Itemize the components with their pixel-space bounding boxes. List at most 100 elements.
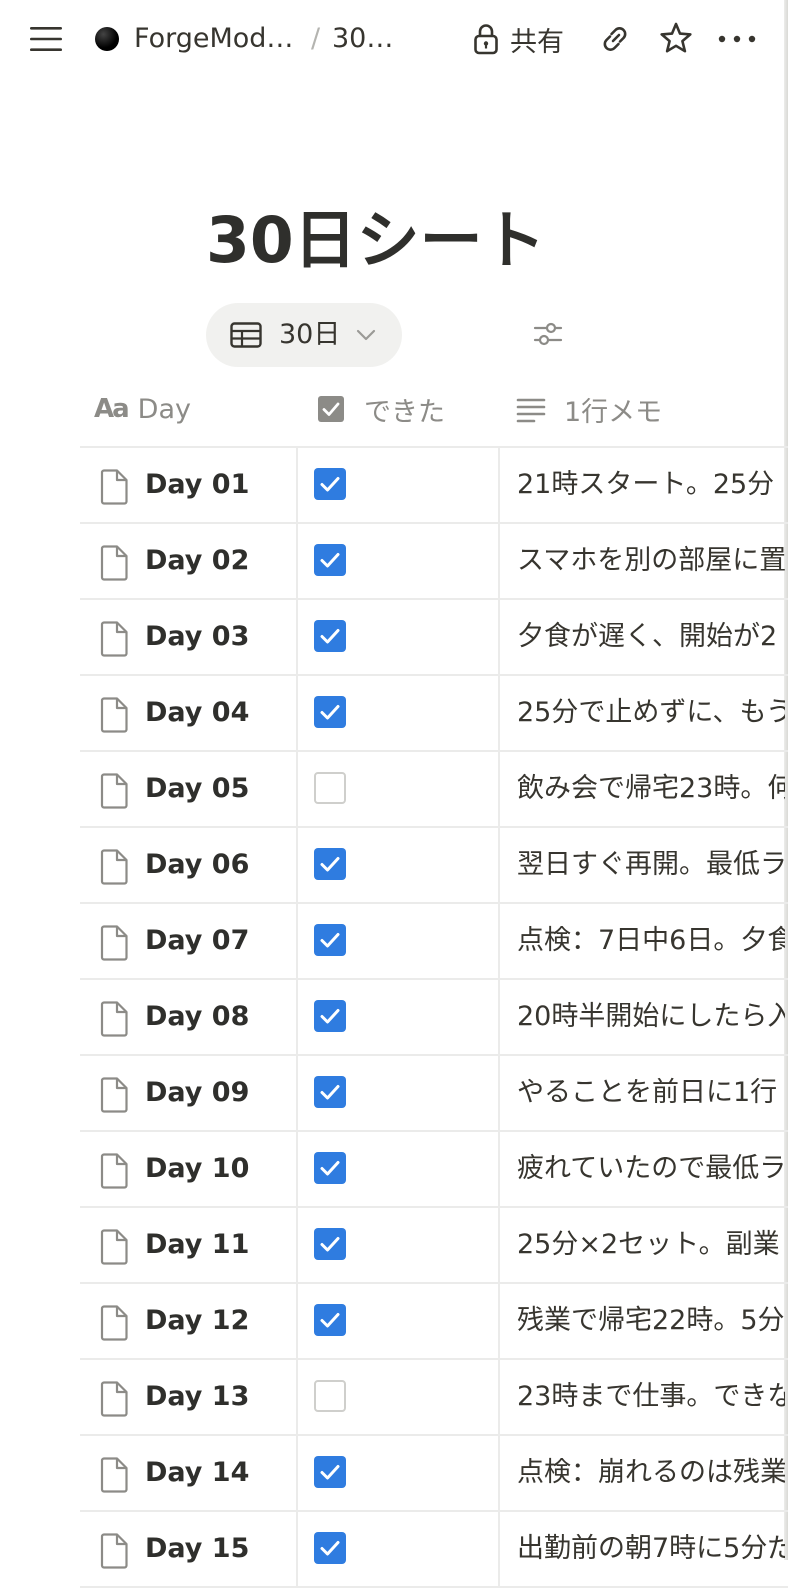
memo-cell[interactable]: 25分×2セット。副業 [517, 1226, 785, 1264]
row-title[interactable]: Day 02 [145, 542, 249, 580]
memo-cell[interactable]: 25分で止めずに、もう [517, 694, 785, 732]
checkmark-icon [320, 1085, 340, 1100]
row-title[interactable]: Day 13 [145, 1378, 249, 1416]
view-tab-30days[interactable]: 30日 [206, 303, 402, 367]
row-title[interactable]: Day 03 [145, 618, 249, 656]
share-button[interactable]: 共有 [472, 20, 564, 58]
table-row[interactable]: Day 10 疲れていたので最低ラ [80, 1132, 788, 1208]
share-label: 共有 [510, 26, 564, 58]
memo-cell[interactable]: 21時スタート。25分 [517, 466, 785, 504]
done-checkbox[interactable] [314, 620, 346, 652]
table-row[interactable]: Day 01 21時スタート。25分 [80, 448, 788, 524]
memo-cell[interactable]: 夕食が遅く、開始が2 [517, 618, 785, 656]
table-row[interactable]: Day 11 25分×2セット。副業 [80, 1208, 788, 1284]
table-row[interactable]: Day 05 飲み会で帰宅23時。何 [80, 752, 788, 828]
memo-cell[interactable]: 翌日すぐ再開。最低ラ [517, 846, 785, 884]
page-icon [100, 1153, 128, 1189]
done-checkbox[interactable] [314, 1456, 346, 1488]
table-row[interactable]: Day 14 点検：崩れるのは残業 [80, 1436, 788, 1512]
done-checkbox[interactable] [314, 1152, 346, 1184]
lines-property-icon [516, 398, 546, 423]
breadcrumb-page[interactable]: 30… [332, 22, 393, 56]
table-row[interactable]: Day 12 残業で帰宅22時。5分 [80, 1284, 788, 1360]
done-checkbox[interactable] [314, 1228, 346, 1260]
page-icon [100, 1457, 128, 1493]
breadcrumb-workspace[interactable]: ForgeMod… [134, 22, 293, 56]
memo-cell[interactable]: 残業で帰宅22時。5分 [517, 1302, 785, 1340]
row-title[interactable]: Day 04 [145, 694, 249, 732]
checkmark-icon [320, 1313, 340, 1328]
view-tab-label: 30日 [279, 319, 341, 350]
table-header: Aa Day できた 1行メモ [80, 372, 788, 448]
row-title[interactable]: Day 08 [145, 998, 249, 1036]
column-header-done[interactable]: できた [316, 372, 445, 446]
chevron-down-icon [356, 329, 376, 341]
table-row[interactable]: Day 15 出勤前の朝7時に5分だ [80, 1512, 788, 1588]
page-icon [100, 1305, 128, 1341]
table-row[interactable]: Day 13 23時まで仕事。できな [80, 1360, 788, 1436]
memo-cell[interactable]: 点検：7日中6日。夕食 [517, 922, 785, 960]
done-checkbox[interactable] [314, 1304, 346, 1336]
table-row[interactable]: Day 04 25分で止めずに、もう [80, 676, 788, 752]
hamburger-menu-icon[interactable] [30, 26, 62, 52]
page-icon [100, 849, 128, 885]
memo-cell[interactable]: やることを前日に1行 [517, 1074, 785, 1112]
page-title[interactable]: 30日シート [206, 196, 546, 286]
column-header-label: 1行メモ [564, 396, 663, 428]
link-icon[interactable] [598, 22, 632, 56]
workspace-icon[interactable] [95, 27, 119, 51]
table-row[interactable]: Day 06 翌日すぐ再開。最低ラ [80, 828, 788, 904]
more-icon[interactable] [717, 24, 757, 54]
table-row[interactable]: Day 09 やることを前日に1行 [80, 1056, 788, 1132]
row-title[interactable]: Day 01 [145, 466, 249, 504]
row-title[interactable]: Day 07 [145, 922, 249, 960]
memo-cell[interactable]: 出勤前の朝7時に5分だ [517, 1530, 785, 1568]
checkmark-icon [320, 477, 340, 492]
table-row[interactable]: Day 02 スマホを別の部屋に置 [80, 524, 788, 600]
memo-cell[interactable]: 飲み会で帰宅23時。何 [517, 770, 785, 808]
done-checkbox[interactable] [314, 1532, 346, 1564]
table-row[interactable]: Day 08 20時半開始にしたら入 [80, 980, 788, 1056]
memo-cell[interactable]: 20時半開始にしたら入 [517, 998, 785, 1036]
done-checkbox[interactable] [314, 848, 346, 880]
column-divider [498, 446, 500, 1586]
checkmark-icon [320, 857, 340, 872]
page-icon [100, 1229, 128, 1265]
page-icon [100, 1001, 128, 1037]
star-icon[interactable] [659, 21, 693, 55]
done-checkbox[interactable] [314, 544, 346, 576]
done-checkbox[interactable] [314, 772, 346, 804]
row-title[interactable]: Day 12 [145, 1302, 249, 1340]
table-row[interactable]: Day 03 夕食が遅く、開始が2 [80, 600, 788, 676]
row-title[interactable]: Day 06 [145, 846, 249, 884]
column-header-memo[interactable]: 1行メモ [516, 372, 662, 446]
page-icon [100, 545, 128, 581]
row-title[interactable]: Day 11 [145, 1226, 249, 1264]
done-checkbox[interactable] [314, 1380, 346, 1412]
done-checkbox[interactable] [314, 696, 346, 728]
row-title[interactable]: Day 05 [145, 770, 249, 808]
lock-icon [474, 24, 498, 55]
row-title[interactable]: Day 14 [145, 1454, 249, 1492]
row-title[interactable]: Day 15 [145, 1530, 249, 1568]
done-checkbox[interactable] [314, 468, 346, 500]
memo-cell[interactable]: スマホを別の部屋に置 [517, 542, 785, 580]
checkbox-property-icon [318, 396, 344, 422]
breadcrumb-separator: / [311, 23, 321, 54]
checkmark-icon [320, 629, 340, 644]
memo-cell[interactable]: 点検：崩れるのは残業 [517, 1454, 785, 1492]
done-checkbox[interactable] [314, 1000, 346, 1032]
page-icon [100, 1077, 128, 1113]
column-header-day[interactable]: Aa Day [94, 372, 191, 446]
row-title[interactable]: Day 10 [145, 1150, 249, 1188]
checkmark-icon [320, 1237, 340, 1252]
sliders-icon[interactable] [532, 318, 564, 350]
done-checkbox[interactable] [314, 924, 346, 956]
checkmark-icon [320, 1541, 340, 1556]
row-title[interactable]: Day 09 [145, 1074, 249, 1112]
table-icon [230, 322, 262, 348]
memo-cell[interactable]: 疲れていたので最低ラ [517, 1150, 785, 1188]
done-checkbox[interactable] [314, 1076, 346, 1108]
table-row[interactable]: Day 07 点検：7日中6日。夕食 [80, 904, 788, 980]
memo-cell[interactable]: 23時まで仕事。できな [517, 1378, 785, 1416]
